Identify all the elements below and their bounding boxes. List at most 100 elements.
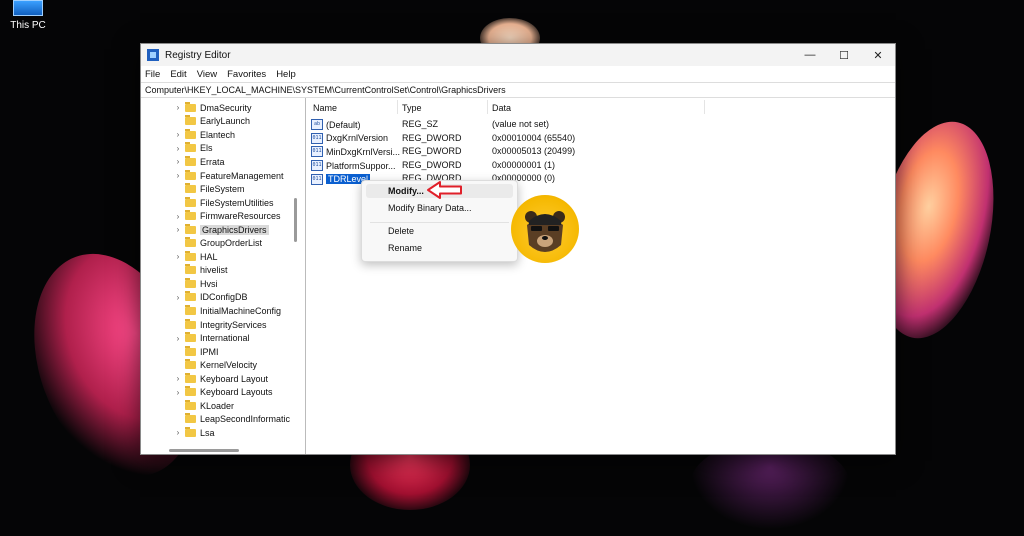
chevron-right-icon[interactable]: › bbox=[173, 388, 183, 397]
value-name[interactable]: MinDxgKrnlVersi... bbox=[326, 147, 400, 157]
tree-item[interactable]: KernelVelocity bbox=[173, 358, 257, 372]
folder-icon bbox=[185, 426, 196, 437]
chevron-right-icon[interactable]: › bbox=[173, 144, 183, 153]
folder-icon bbox=[185, 237, 196, 248]
menu-item-modify-binary[interactable]: Modify Binary Data... bbox=[366, 201, 513, 215]
bear-logo-icon bbox=[511, 195, 579, 263]
tree-item[interactable]: › DmaSecurity bbox=[173, 101, 252, 115]
tree-item[interactable]: FileSystem bbox=[173, 182, 245, 196]
column-divider[interactable] bbox=[397, 100, 398, 114]
folder-icon bbox=[185, 332, 196, 343]
value-row[interactable]: 011 MinDxgKrnlVersi... bbox=[311, 145, 400, 159]
desktop-icon-this-pc[interactable]: This PC bbox=[8, 0, 48, 31]
tree-item[interactable]: › GraphicsDrivers bbox=[173, 223, 269, 237]
column-divider[interactable] bbox=[704, 100, 705, 114]
tree-item[interactable]: › Lsa bbox=[173, 426, 215, 440]
tree-item[interactable]: › IDConfigDB bbox=[173, 291, 248, 305]
tree-item[interactable]: Hvsi bbox=[173, 277, 218, 291]
close-button[interactable]: ✕ bbox=[861, 44, 895, 66]
maximize-button[interactable]: ☐ bbox=[827, 44, 861, 66]
tree-item[interactable]: IPMI bbox=[173, 345, 219, 359]
tree-scrollbar[interactable] bbox=[293, 98, 299, 454]
tree-item[interactable]: › HAL bbox=[173, 250, 218, 264]
folder-icon bbox=[185, 399, 196, 410]
folder-icon bbox=[185, 115, 196, 126]
chevron-right-icon[interactable]: › bbox=[173, 212, 183, 221]
menu-file[interactable]: File bbox=[145, 69, 160, 80]
editor-body: › DmaSecurity EarlyLaunch › Elantech › Els › Err… bbox=[141, 98, 895, 454]
menu-edit[interactable]: Edit bbox=[170, 69, 186, 80]
desktop-icon-label: This PC bbox=[10, 20, 46, 31]
window-title: Registry Editor bbox=[165, 49, 231, 61]
folder-icon bbox=[185, 210, 196, 221]
value-name[interactable]: (Default) bbox=[326, 120, 361, 130]
folder-icon bbox=[185, 386, 196, 397]
menu-help[interactable]: Help bbox=[276, 69, 296, 80]
tree-item[interactable]: › Errata bbox=[173, 155, 225, 169]
tree-item[interactable]: EarlyLaunch bbox=[173, 115, 250, 129]
chevron-right-icon[interactable]: › bbox=[173, 225, 183, 234]
column-header-type[interactable]: Type bbox=[402, 102, 422, 114]
tree-item-label: GraphicsDrivers bbox=[200, 224, 269, 235]
tree-item-label: KernelVelocity bbox=[200, 360, 258, 371]
menu-favorites[interactable]: Favorites bbox=[227, 69, 266, 80]
value-data: (value not set) bbox=[492, 119, 550, 129]
folder-icon bbox=[185, 413, 196, 424]
tree-item-label: DmaSecurity bbox=[200, 102, 252, 113]
chevron-right-icon[interactable]: › bbox=[173, 374, 183, 383]
tree-item-label: LeapSecondInformatic bbox=[200, 414, 291, 425]
chevron-right-icon[interactable]: › bbox=[173, 171, 183, 180]
tree-item-label: HAL bbox=[200, 251, 218, 262]
tree-item-label: Hvsi bbox=[200, 278, 218, 289]
tree-item[interactable]: › Elantech bbox=[173, 128, 235, 142]
tree-item[interactable]: › Els bbox=[173, 142, 213, 156]
column-header-name[interactable]: Name bbox=[313, 102, 337, 114]
value-row[interactable]: 011 DxgKrnlVersion bbox=[311, 132, 388, 146]
menu-bar: File Edit View Favorites Help bbox=[141, 66, 895, 82]
chevron-right-icon[interactable]: › bbox=[173, 157, 183, 166]
tree-item-label: Lsa bbox=[200, 427, 215, 438]
chevron-right-icon[interactable]: › bbox=[173, 103, 183, 112]
tree-item[interactable]: › FirmwareResources bbox=[173, 209, 281, 223]
tree-item-label: FileSystemUtilities bbox=[200, 197, 274, 208]
tree-item[interactable]: LeapSecondInformatic bbox=[173, 413, 290, 427]
value-name[interactable]: DxgKrnlVersion bbox=[326, 133, 388, 143]
address-bar[interactable]: Computer\HKEY_LOCAL_MACHINE\SYSTEM\Curre… bbox=[141, 82, 895, 98]
column-divider[interactable] bbox=[487, 100, 488, 114]
tree-horizontal-scrollbar[interactable] bbox=[169, 449, 239, 452]
tree-item[interactable]: hivelist bbox=[173, 264, 228, 278]
tree-item[interactable]: InitialMachineConfig bbox=[173, 304, 281, 318]
title-bar[interactable]: Registry Editor — ☐ ✕ bbox=[141, 44, 895, 66]
binary-value-icon: 011 bbox=[311, 173, 323, 185]
tree-item[interactable]: › Keyboard Layout bbox=[173, 372, 268, 386]
tree-item[interactable]: KLoader bbox=[173, 399, 234, 413]
value-type: REG_DWORD bbox=[402, 159, 462, 170]
menu-item-rename[interactable]: Rename bbox=[366, 241, 513, 255]
menu-separator bbox=[370, 222, 509, 223]
tree-item[interactable]: IntegrityServices bbox=[173, 318, 267, 332]
value-row[interactable]: 011 PlatformSuppor... bbox=[311, 159, 396, 173]
chevron-right-icon[interactable]: › bbox=[173, 130, 183, 139]
tree-item[interactable]: › Keyboard Layouts bbox=[173, 386, 273, 400]
value-data: 0x00000001 (1) bbox=[492, 159, 556, 170]
value-name[interactable]: PlatformSuppor... bbox=[326, 161, 396, 171]
value-data: 0x00010004 (65540) bbox=[492, 132, 576, 143]
tree-item-label: KLoader bbox=[200, 400, 235, 411]
minimize-button[interactable]: — bbox=[793, 44, 827, 66]
chevron-right-icon[interactable]: › bbox=[173, 252, 183, 261]
tree-scrollbar-thumb[interactable] bbox=[294, 198, 297, 242]
pane-splitter[interactable] bbox=[305, 98, 306, 454]
tree-item[interactable]: › International bbox=[173, 331, 250, 345]
tree-item[interactable]: › FeatureManagement bbox=[173, 169, 284, 183]
tree-item[interactable]: FileSystemUtilities bbox=[173, 196, 274, 210]
chevron-right-icon[interactable]: › bbox=[173, 428, 183, 437]
column-header-data[interactable]: Data bbox=[492, 102, 511, 114]
tree-item[interactable]: GroupOrderList bbox=[173, 237, 262, 251]
menu-item-delete[interactable]: Delete bbox=[366, 224, 513, 238]
menu-view[interactable]: View bbox=[197, 69, 217, 80]
chevron-right-icon[interactable]: › bbox=[173, 334, 183, 343]
chevron-right-icon[interactable]: › bbox=[173, 293, 183, 302]
tree-item-label: Keyboard Layout bbox=[200, 373, 269, 384]
folder-icon bbox=[185, 128, 196, 139]
value-row[interactable]: ab (Default) bbox=[311, 118, 361, 132]
